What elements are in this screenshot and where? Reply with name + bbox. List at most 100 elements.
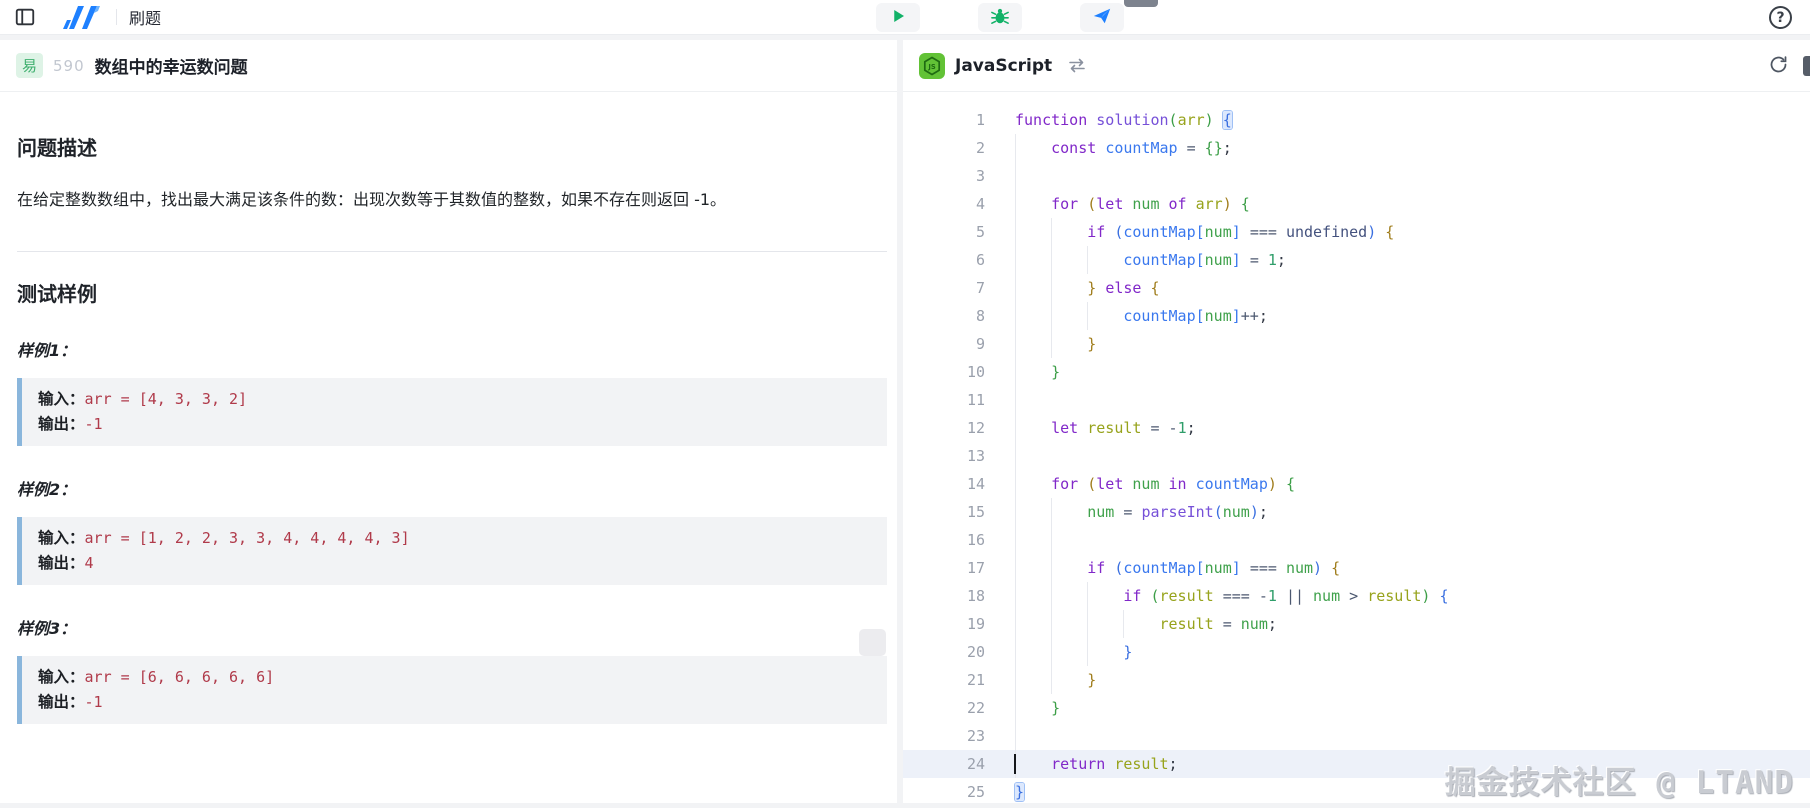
code-text: if (result === -1 || num > result) { bbox=[1015, 582, 1449, 610]
code-token: else bbox=[1105, 279, 1141, 297]
code-token: parseInt bbox=[1141, 503, 1213, 521]
line-number[interactable]: 21 bbox=[903, 666, 985, 694]
code-token: = bbox=[1150, 419, 1159, 437]
language-selector[interactable]: JS JavaScript bbox=[919, 53, 1086, 79]
code-token: ++ bbox=[1241, 307, 1259, 325]
code-token: { bbox=[1331, 559, 1340, 577]
code-text: if (countMap[num] === undefined) { bbox=[1015, 218, 1394, 246]
code-token: ) bbox=[1313, 559, 1322, 577]
example-output-line: 输出：-1 bbox=[38, 690, 871, 715]
indent-guide bbox=[1015, 190, 1016, 218]
juejin-logo-icon[interactable] bbox=[60, 4, 100, 30]
code-token: let bbox=[1096, 195, 1123, 213]
indent-guide bbox=[1015, 554, 1016, 582]
code-token: 1 bbox=[1178, 419, 1187, 437]
help-icon[interactable]: ? bbox=[1769, 6, 1792, 29]
line-number[interactable]: 15 bbox=[903, 498, 985, 526]
problem-title: 数组中的幸运数问题 bbox=[95, 53, 248, 78]
line-number[interactable]: 17 bbox=[903, 554, 985, 582]
code-text: countMap[num] = 1; bbox=[1015, 246, 1286, 274]
line-number[interactable]: 22 bbox=[903, 694, 985, 722]
input-label: 输入： bbox=[38, 529, 85, 547]
code-line: 19 result = num; bbox=[903, 610, 1810, 638]
line-number[interactable]: 11 bbox=[903, 386, 985, 414]
line-number[interactable]: 13 bbox=[903, 442, 985, 470]
line-number[interactable]: 2 bbox=[903, 134, 985, 162]
output-value: -1 bbox=[85, 415, 103, 433]
debug-button[interactable] bbox=[978, 3, 1022, 32]
line-number[interactable]: 3 bbox=[903, 162, 985, 190]
example-input-line: 输入：arr = [6, 6, 6, 6, 6] bbox=[38, 665, 871, 690]
code-token: || bbox=[1286, 587, 1304, 605]
main-area: 易 590 数组中的幸运数问题 问题描述 在给定整数数组中，找出最大满足该条件的… bbox=[0, 35, 1810, 803]
output-value: 4 bbox=[85, 554, 94, 572]
indent-guide bbox=[1015, 162, 1016, 190]
line-number[interactable]: 16 bbox=[903, 526, 985, 554]
code-token: - bbox=[1259, 587, 1268, 605]
code-token: } bbox=[1015, 783, 1024, 801]
output-label: 输出： bbox=[38, 415, 85, 433]
line-number[interactable]: 18 bbox=[903, 582, 985, 610]
problem-content: 问题描述 在给定整数数组中，找出最大满足该条件的数：出现次数等于其数值的整数，如… bbox=[0, 132, 897, 724]
run-button[interactable] bbox=[876, 3, 920, 32]
code-line: 16 bbox=[903, 526, 1810, 554]
code-token: arr bbox=[1196, 195, 1223, 213]
code-line: 14 for (let num in countMap) { bbox=[903, 470, 1810, 498]
code-token: for bbox=[1051, 475, 1078, 493]
code-text: } else { bbox=[1015, 274, 1160, 302]
code-token: ) bbox=[1367, 223, 1376, 241]
line-number[interactable]: 6 bbox=[903, 246, 985, 274]
sidebar-toggle-icon[interactable] bbox=[14, 6, 36, 28]
code-token: } bbox=[1087, 279, 1096, 297]
indent-guide bbox=[1015, 582, 1016, 610]
code-text: } bbox=[1015, 638, 1132, 666]
code-token: } bbox=[1051, 363, 1060, 381]
topbar: 刷题 bbox=[0, 0, 1810, 35]
line-number[interactable]: 10 bbox=[903, 358, 985, 386]
reset-code-button[interactable] bbox=[1768, 54, 1789, 78]
code-token: result bbox=[1160, 615, 1214, 633]
code-line: 5 if (countMap[num] === undefined) { bbox=[903, 218, 1810, 246]
code-token: if bbox=[1087, 223, 1105, 241]
code-line: 13 bbox=[903, 442, 1810, 470]
line-number[interactable]: 12 bbox=[903, 414, 985, 442]
line-number[interactable]: 1 bbox=[903, 106, 985, 134]
code-token: const bbox=[1051, 139, 1096, 157]
code-token: arr bbox=[1178, 111, 1205, 129]
line-number[interactable]: 23 bbox=[903, 722, 985, 750]
submit-button[interactable] bbox=[1080, 3, 1124, 32]
line-number[interactable]: 19 bbox=[903, 610, 985, 638]
code-token: ] bbox=[1232, 251, 1241, 269]
code-token: num bbox=[1132, 475, 1159, 493]
input-value: arr = [4, 3, 3, 2] bbox=[85, 390, 248, 408]
example-label: 样例2： bbox=[17, 476, 887, 500]
code-token: ; bbox=[1169, 755, 1178, 773]
code-line: 21 } bbox=[903, 666, 1810, 694]
code-line: 2 const countMap = {}; bbox=[903, 134, 1810, 162]
code-text: } bbox=[1015, 330, 1096, 358]
code-editor[interactable]: 掘金技术社区 @ LTAND 1function solution(arr) {… bbox=[903, 92, 1810, 803]
code-token: countMap bbox=[1123, 223, 1195, 241]
example-input-line: 输入：arr = [4, 3, 3, 2] bbox=[38, 387, 871, 412]
code-line: 24 return result; bbox=[903, 750, 1810, 778]
code-text: for (let num in countMap) { bbox=[1015, 470, 1295, 498]
line-number[interactable]: 14 bbox=[903, 470, 985, 498]
line-number[interactable]: 8 bbox=[903, 302, 985, 330]
line-number[interactable]: 4 bbox=[903, 190, 985, 218]
clipped-edge-icon[interactable] bbox=[1803, 56, 1810, 76]
problem-description: 在给定整数数组中，找出最大满足该条件的数：出现次数等于其数值的整数，如果不存在则… bbox=[17, 187, 887, 213]
indent-guide bbox=[1051, 666, 1052, 694]
code-token: { bbox=[1286, 475, 1295, 493]
line-number[interactable]: 25 bbox=[903, 778, 985, 803]
line-number[interactable]: 7 bbox=[903, 274, 985, 302]
line-number[interactable]: 24 bbox=[903, 750, 985, 778]
line-number[interactable]: 20 bbox=[903, 638, 985, 666]
code-token: [ bbox=[1196, 559, 1205, 577]
example-input-line: 输入：arr = [1, 2, 2, 3, 3, 4, 4, 4, 4, 3] bbox=[38, 526, 871, 551]
line-number[interactable]: 9 bbox=[903, 330, 985, 358]
problem-panel: 易 590 数组中的幸运数问题 问题描述 在给定整数数组中，找出最大满足该条件的… bbox=[0, 40, 897, 803]
code-token: > bbox=[1349, 587, 1358, 605]
panel-scroll-indicator[interactable] bbox=[859, 629, 886, 656]
swap-language-icon[interactable] bbox=[1068, 58, 1086, 73]
line-number[interactable]: 5 bbox=[903, 218, 985, 246]
